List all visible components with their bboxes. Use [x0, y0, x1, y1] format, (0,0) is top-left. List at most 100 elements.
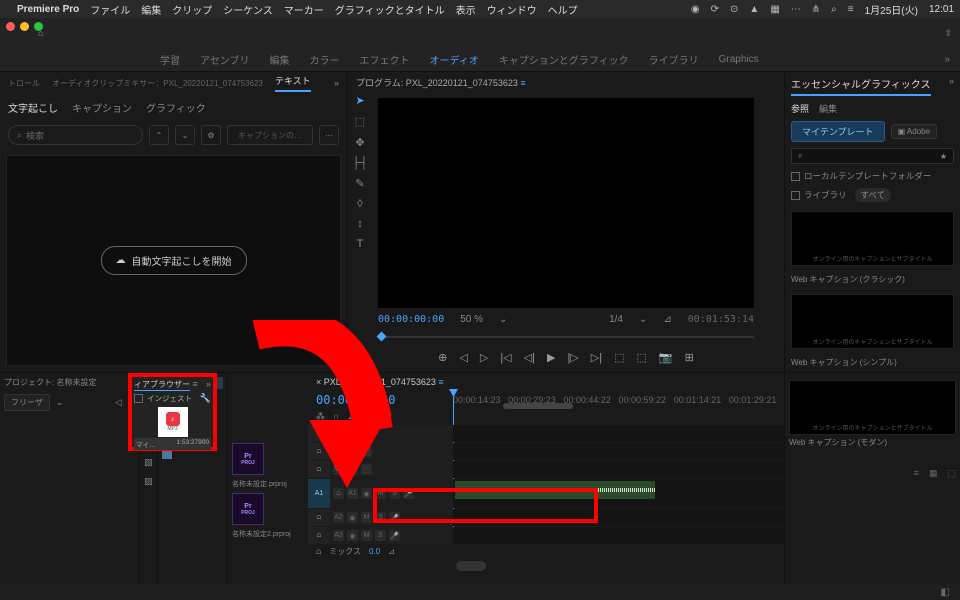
video-track[interactable]: [453, 443, 784, 460]
text-subtab-caption[interactable]: キャプション: [72, 100, 132, 115]
search-input[interactable]: ⌕ 検索: [8, 125, 143, 145]
mix-value[interactable]: 0.0: [369, 547, 380, 556]
video-track[interactable]: [453, 425, 784, 442]
track-header[interactable]: A3: [333, 530, 344, 541]
menu-window[interactable]: ウィンドウ: [487, 2, 537, 17]
status-icon[interactable]: ▦: [770, 4, 779, 15]
library-checkbox[interactable]: [791, 191, 800, 200]
ingest-checkbox[interactable]: [134, 394, 143, 403]
menu-view[interactable]: 表示: [456, 2, 476, 17]
my-templates-button[interactable]: マイテンプレート: [791, 121, 885, 142]
track-toggle[interactable]: ⩍: [308, 461, 330, 478]
menu-edit[interactable]: 編集: [141, 2, 161, 17]
project-item[interactable]: PrPROJ: [232, 493, 264, 525]
sequence-tab[interactable]: PXL_20220121_074753623: [324, 377, 436, 387]
workspace-tab[interactable]: 編集: [270, 52, 290, 67]
workspace-tab[interactable]: エフェクト: [360, 52, 410, 67]
workspace-tab[interactable]: Graphics: [719, 54, 759, 65]
more-button[interactable]: ⋯: [319, 125, 339, 145]
caption-track-button[interactable]: キャプションの…: [227, 125, 313, 145]
mark-in-button[interactable]: ◁: [459, 351, 467, 364]
shape-tool-icon[interactable]: ◊: [357, 198, 362, 210]
menu-file[interactable]: ファイル: [90, 2, 130, 17]
panel-tab-mixer[interactable]: オーディオクリップミキサー：PXL_20220121_074753623: [52, 78, 263, 89]
program-tab[interactable]: プログラム: PXL_20220121_074753623: [356, 78, 518, 88]
wifi-icon[interactable]: ⋔: [812, 4, 820, 15]
zoom-select[interactable]: 50 %: [460, 314, 483, 325]
video-track[interactable]: [453, 461, 784, 478]
track-toggle[interactable]: ⩍: [308, 509, 330, 526]
zoom-window-button[interactable]: [34, 22, 43, 31]
nav-up-button[interactable]: ⌃: [149, 125, 169, 145]
track-header[interactable]: V2: [333, 446, 344, 457]
pen-tool-icon[interactable]: ├┤: [352, 157, 368, 169]
project-item[interactable]: PrPROJ: [232, 443, 264, 475]
timeline-ruler[interactable]: 00:00:14:2300:00:29:2300:00:44:2200:00:5…: [453, 391, 784, 424]
menu-clip[interactable]: クリップ: [172, 2, 212, 17]
track-toggle[interactable]: ⩍: [308, 527, 330, 544]
workspace-tab[interactable]: カラー: [310, 52, 340, 67]
workspace-tab[interactable]: ライブラリ: [649, 52, 699, 67]
audio-track[interactable]: [453, 527, 784, 544]
menubar-date[interactable]: 1月25日(火): [865, 2, 918, 17]
workspace-tab[interactable]: 学習: [160, 52, 180, 67]
track-source-patch[interactable]: A1: [308, 479, 330, 508]
track-toggle[interactable]: ⩍: [308, 443, 330, 460]
settings-button[interactable]: ⚙: [201, 125, 221, 145]
status-icon[interactable]: ⟳: [711, 4, 719, 15]
lift-button[interactable]: ⬚: [614, 351, 624, 364]
play-button[interactable]: ▶: [547, 351, 555, 364]
panel-title[interactable]: エッセンシャルグラフィックス: [791, 76, 931, 96]
template-search-input[interactable]: ⌕★: [791, 148, 954, 164]
panel-tab-text[interactable]: テキスト: [275, 74, 311, 92]
type-tool-icon[interactable]: T: [357, 238, 364, 250]
text-subtab-graphic[interactable]: グラフィック: [146, 100, 206, 115]
add-marker-button[interactable]: ⊕: [438, 351, 447, 364]
template-thumbnail[interactable]: オンライン用のキャプションとサブタイトル: [791, 211, 954, 266]
settings-icon[interactable]: ⚙: [363, 411, 371, 422]
settings-button[interactable]: ⊞: [685, 351, 694, 364]
wrench-icon[interactable]: 🔧: [379, 411, 390, 422]
close-window-button[interactable]: [6, 22, 15, 31]
step-fwd-button[interactable]: |▷: [567, 351, 578, 364]
track-header[interactable]: A1: [347, 488, 358, 499]
timeline-scrollbar[interactable]: [316, 561, 776, 571]
template-thumbnail[interactable]: オンライン用のキャプションとサブタイトル: [791, 294, 954, 349]
strip-icon[interactable]: ▧: [144, 457, 153, 468]
track-header[interactable]: A2: [333, 512, 344, 523]
minimize-window-button[interactable]: [20, 22, 29, 31]
extract-button[interactable]: ⬚: [637, 351, 647, 364]
track-header[interactable]: V3: [333, 428, 344, 439]
view-icon[interactable]: ⬚: [947, 468, 956, 479]
more-icon[interactable]: »: [334, 78, 339, 88]
snap-icon[interactable]: ⁂: [316, 411, 325, 422]
mark-out-button[interactable]: ▷: [480, 351, 488, 364]
footer-icon[interactable]: ◧: [941, 587, 950, 598]
track-toggle[interactable]: ⩍: [308, 425, 330, 442]
view-icon[interactable]: ≡: [914, 468, 919, 479]
export-frame-button[interactable]: 📷: [659, 351, 673, 364]
pen-tool-icon[interactable]: ✎: [355, 177, 364, 190]
panel-tab[interactable]: トロール: [8, 78, 40, 89]
menu-marker[interactable]: マーカー: [284, 2, 324, 17]
work-area-bar[interactable]: [503, 403, 573, 409]
app-name[interactable]: Premiere Pro: [17, 4, 79, 15]
status-icon[interactable]: ◉: [691, 4, 700, 15]
essential-tab-edit[interactable]: 編集: [819, 102, 837, 115]
menubar-time[interactable]: 12:01: [929, 4, 954, 15]
link-icon[interactable]: ∩: [333, 411, 339, 422]
crop-tool-icon[interactable]: ✥: [355, 136, 364, 149]
strip-icon[interactable]: ▨: [144, 476, 153, 487]
track-header[interactable]: V1: [333, 464, 344, 475]
menu-sequence[interactable]: シーケンス: [223, 2, 273, 17]
wrench-icon[interactable]: 🔧: [200, 393, 211, 404]
nav-down-button[interactable]: ⌄: [175, 125, 195, 145]
workspace-overflow-icon[interactable]: »: [944, 54, 950, 65]
menu-help[interactable]: ヘルプ: [548, 2, 578, 17]
line-tool-icon[interactable]: ↕: [357, 218, 363, 230]
workspace-tab[interactable]: アセンブリ: [200, 52, 250, 67]
workspace-tab-active[interactable]: オーディオ: [430, 52, 479, 67]
essential-tab-browse[interactable]: 参照: [791, 102, 809, 115]
template-thumbnail[interactable]: オンライン用のキャプションとサブタイトル: [789, 380, 956, 435]
step-back-button[interactable]: ◁|: [524, 351, 535, 364]
